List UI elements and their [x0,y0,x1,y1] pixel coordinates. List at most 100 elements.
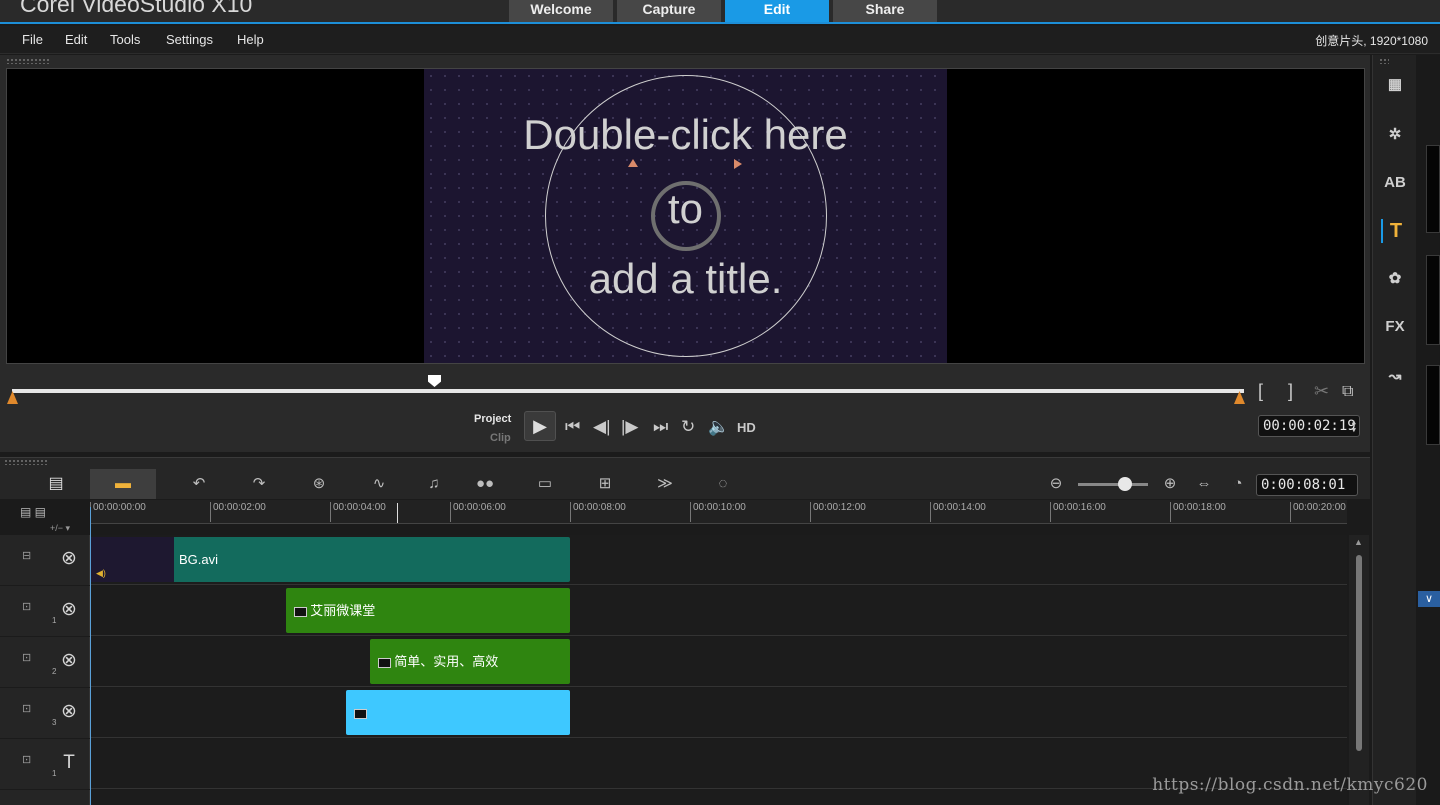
volume-icon[interactable]: 🔈 [708,417,729,437]
split-icon[interactable]: ✂ [1314,381,1329,402]
track-lock-icon[interactable]: ⊡ [22,600,31,613]
preview-title-line3[interactable]: add a title. [424,255,947,303]
track-lock-icon[interactable]: ⊟ [22,549,31,562]
film-reel-icon[interactable]: ⊗ [58,548,80,570]
voice-track[interactable]: ⊡● [0,790,1347,805]
start-icon[interactable]: ⏮ [565,417,580,437]
tab-welcome[interactable]: Welcome [509,0,613,22]
zoom-slider[interactable] [1078,483,1148,486]
mode-project[interactable]: Project [474,410,511,429]
menu-tools[interactable]: Tools [110,32,140,47]
preview-canvas[interactable]: Double-click here to add a title. [424,69,947,363]
repeat-icon[interactable]: ↻ [681,417,695,437]
overlay-track-3[interactable]: ⊡ ⊗ 3 [0,688,1347,738]
track-lock-icon[interactable]: ⊡ [22,651,31,664]
mask-creator-icon[interactable]: ◌ [710,474,736,494]
undo-icon[interactable]: ↶ [186,474,212,494]
play-mode-labels[interactable]: Project Clip [474,410,511,448]
graphic-icon[interactable]: ✿ [1381,267,1409,291]
mark-out-icon[interactable]: ] [1288,381,1293,402]
tab-share[interactable]: Share [833,0,937,22]
timeline-view-icon[interactable]: ▬ [90,469,156,499]
scrubber-track[interactable] [12,389,1244,393]
menu-help[interactable]: Help [237,32,264,47]
storyboard-view-icon[interactable]: ▤ [23,469,89,499]
chevron-down-icon[interactable]: ∨ [1418,591,1440,607]
title-icon[interactable]: T [1381,219,1409,243]
menu-settings[interactable]: Settings [166,32,213,47]
track-header[interactable]: ⊟ ⊗ [0,535,90,585]
playhead-line[interactable] [90,507,91,805]
tab-capture[interactable]: Capture [617,0,721,22]
track-lock-icon[interactable]: ⊡ [22,702,31,715]
zoom-in-icon[interactable]: ⊕ [1157,474,1183,494]
overlay-track-2[interactable]: ⊡ ⊗ 2 简单、实用、高效 [0,637,1347,687]
workspace-tabs: Welcome Capture Edit Share [509,0,941,22]
transition-icon[interactable]: AB [1381,171,1409,195]
timeline-clip[interactable]: 简单、实用、高效 [370,639,570,684]
title-track-1[interactable]: ⊡ T 1 [0,739,1347,789]
play-button[interactable]: ▶ [524,411,556,441]
media-icon[interactable]: ▦ [1381,73,1409,97]
track-header[interactable]: ⊡ ⊗ 1 [0,586,90,636]
time-remapping-icon[interactable]: ≫ [652,474,678,494]
preview-title-line2[interactable]: to [424,185,947,233]
record-capture-icon[interactable]: ⊛ [306,474,332,494]
tab-edit[interactable]: Edit [725,0,829,22]
title-track-icon[interactable]: T [58,752,80,774]
panel-grip[interactable] [4,459,48,465]
film-reel-icon[interactable]: ⊗ [58,701,80,723]
scrubber-handle[interactable] [428,375,441,387]
menu-file[interactable]: File [22,32,43,47]
timeline-clip[interactable]: 艾丽微课堂 [286,588,570,633]
motion-tracking-icon[interactable]: ●● [472,474,498,494]
menu-edit[interactable]: Edit [65,32,87,47]
redo-icon[interactable]: ↷ [246,474,272,494]
track-number: 1 [52,769,57,778]
overlay-track-1[interactable]: ⊡ ⊗ 1 艾丽微课堂 [0,586,1347,636]
timeline-clip[interactable] [346,690,570,735]
preview-title-line1[interactable]: Double-click here [424,111,947,159]
hd-preview-button[interactable]: HD [737,420,756,435]
scrollbar-thumb[interactable] [1356,555,1362,751]
zoom-out-icon[interactable]: ⊖ [1043,474,1069,494]
timeline-scrollbar[interactable]: ▲ [1349,535,1369,805]
sound-mixer-icon[interactable]: ∿ [366,474,392,494]
add-remove-track-icon[interactable]: +/− ▾ [50,523,70,534]
film-reel-icon[interactable]: ⊗ [58,650,80,672]
library-thumbnail[interactable] [1426,255,1440,345]
library-thumbnail[interactable] [1426,145,1440,233]
enlarge-icon[interactable]: ⧉ [1342,383,1353,401]
preview-window[interactable]: Double-click here to add a title. [6,68,1365,364]
auto-music-icon[interactable]: ♫ [421,474,447,494]
timeline-clip[interactable]: ◀) BG.avi [90,537,570,582]
panel-grip[interactable] [6,58,50,64]
timecode-value[interactable]: 00:00:02:19 [1263,418,1356,434]
timecode-spinner-icon[interactable]: ▲ ▼ [1352,418,1356,434]
prev-frame-icon[interactable]: ◀| [593,417,611,437]
track-lock-icon[interactable]: ⊡ [22,753,31,766]
panel-grip[interactable] [1379,58,1389,64]
scroll-up-icon[interactable]: ▲ [1354,537,1363,547]
mark-in-icon[interactable]: [ [1258,381,1263,402]
subtitle-editor-icon[interactable]: ▭ [532,474,558,494]
zoom-slider-handle[interactable] [1118,477,1132,491]
filter-icon[interactable]: FX [1381,315,1409,339]
film-reel-icon[interactable]: ⊗ [58,599,80,621]
mode-clip[interactable]: Clip [474,429,511,448]
library-thumbnail[interactable] [1426,365,1440,445]
timeline-ruler[interactable]: 00:00:00:00 00:00:02:00 00:00:04:00 00:00:0… [90,500,1347,524]
track-header[interactable]: ⊡● [0,790,90,805]
multi-camera-icon[interactable]: ⊞ [592,474,618,494]
fit-project-icon[interactable]: ⇔ [1191,474,1217,494]
instant-project-icon[interactable]: ✲ [1381,123,1409,147]
track-header[interactable]: ⊡ T 1 [0,739,90,789]
track-manager-icon[interactable]: ▤ ▤ [20,505,80,521]
end-icon[interactable]: ⏭ [653,417,668,437]
track-header[interactable]: ⊡ ⊗ 2 [0,637,90,687]
path-icon[interactable]: ↝ [1381,365,1409,389]
preview-timecode[interactable]: 00:00:02:19 ▲ ▼ [1258,415,1360,437]
next-frame-icon[interactable]: |▶ [621,417,639,437]
track-header[interactable]: ⊡ ⊗ 3 [0,688,90,738]
video-track[interactable]: ⊟ ⊗ ◀) BG.avi [0,535,1347,585]
